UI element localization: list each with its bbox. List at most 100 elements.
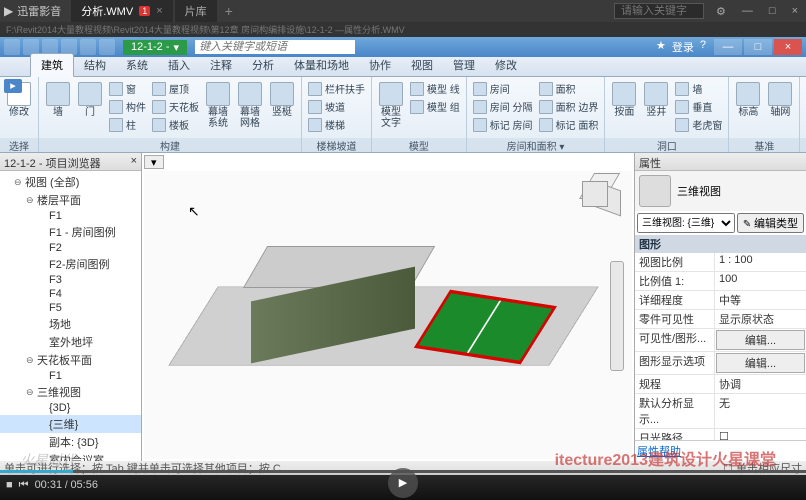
player-tab-active[interactable]: 分析.WMV1× — [71, 0, 172, 22]
tree-item[interactable]: 室外地坪 — [0, 333, 141, 351]
tree-item[interactable]: F2 — [0, 241, 141, 255]
player-search-input[interactable] — [614, 3, 704, 19]
tree-item[interactable]: {3D} — [0, 401, 141, 415]
prev-icon[interactable]: ⏮ — [19, 479, 29, 492]
ribbon-tab-修改[interactable]: 修改 — [485, 54, 527, 76]
prop-row[interactable]: 可见性/图形...编辑... — [635, 329, 806, 352]
browser-tree[interactable]: ⊖视图 (全部)⊖楼层平面F1F1 - 房间图例F2F2-房间图例F3F4F5场… — [0, 171, 141, 461]
ribbon-tab-注释[interactable]: 注释 — [200, 54, 242, 76]
viewport-3d[interactable]: ▾ ↖ — [142, 153, 634, 461]
grid-button[interactable]: 轴网 — [765, 80, 795, 120]
area-bnd-button[interactable]: 面积 边界 — [537, 98, 601, 115]
model-group-button[interactable]: 模型 组 — [408, 98, 462, 115]
app-min-icon[interactable]: — — [714, 39, 742, 55]
stop-icon[interactable]: ■ — [6, 479, 13, 491]
shaft-button[interactable]: 竖井 — [641, 80, 671, 120]
by-face-button[interactable]: 按面 — [609, 80, 639, 120]
mullion-button[interactable]: 竖梃 — [267, 80, 297, 120]
qat-print-icon[interactable] — [99, 39, 115, 55]
minimize-icon[interactable]: — — [738, 5, 757, 17]
close-icon[interactable]: × — [788, 5, 802, 17]
room-sep-button[interactable]: 房间 分隔 — [471, 98, 535, 115]
tree-item[interactable]: F4 — [0, 287, 141, 301]
view-tab-strip[interactable]: ▾ — [144, 155, 164, 169]
help-icon[interactable]: ? — [700, 39, 706, 55]
navigation-bar[interactable] — [610, 261, 624, 371]
prop-row[interactable]: 详细程度中等 — [635, 291, 806, 310]
app-close-icon[interactable]: × — [774, 39, 802, 55]
app-max-icon[interactable]: □ — [744, 39, 772, 55]
canvas-3d[interactable] — [144, 171, 632, 459]
tree-item[interactable]: 场地 — [0, 315, 141, 333]
panel-room[interactable]: 房间和面积 ▾ — [467, 138, 605, 152]
ribbon-tab-插入[interactable]: 插入 — [158, 54, 200, 76]
edit-type-button[interactable]: ✎ 编辑类型 — [737, 213, 804, 233]
props-grid[interactable]: 图形 视图比例1 : 100比例值 1:100详细程度中等零件可见性显示原状态可… — [635, 235, 806, 440]
ribbon-tab-结构[interactable]: 结构 — [74, 54, 116, 76]
room-button[interactable]: 房间 — [471, 80, 535, 97]
tree-item[interactable]: F2-房间图例 — [0, 255, 141, 273]
ceiling-button[interactable]: 天花板 — [150, 98, 201, 115]
ribbon-tab-分析[interactable]: 分析 — [242, 54, 284, 76]
qat-redo-icon[interactable] — [80, 39, 96, 55]
stair-button[interactable]: 楼梯 — [306, 116, 367, 133]
column-button[interactable]: 柱 — [107, 116, 148, 133]
vertical-button[interactable]: 垂直 — [673, 98, 724, 115]
props-type-header[interactable]: 三维视图 — [635, 171, 806, 211]
prop-row[interactable]: 默认分析显示...无 — [635, 394, 806, 429]
ribbon-tab-视图[interactable]: 视图 — [401, 54, 443, 76]
railing-button[interactable]: 栏杆扶手 — [306, 80, 367, 97]
model-text-button[interactable]: 模型 文字 — [376, 80, 406, 131]
level-button[interactable]: 标高 — [733, 80, 763, 120]
ribbon-tab-协作[interactable]: 协作 — [359, 54, 401, 76]
tag-room-button[interactable]: 标记 房间 — [471, 116, 535, 133]
roof-button[interactable]: 屋顶 — [150, 80, 201, 97]
floor-button[interactable]: 楼板 — [150, 116, 201, 133]
qat-home-icon[interactable] — [4, 39, 20, 55]
ramp-button[interactable]: 坡道 — [306, 98, 367, 115]
ribbon-tab-建筑[interactable]: 建筑 — [30, 53, 74, 77]
tree-item[interactable]: F1 — [0, 369, 141, 383]
star-icon[interactable]: ★ — [656, 39, 666, 55]
prop-row[interactable]: 比例值 1:100 — [635, 272, 806, 291]
tree-item[interactable]: ⊖三维视图 — [0, 383, 141, 401]
user-area[interactable]: ★ 登录 ? — [656, 39, 706, 55]
view-cube[interactable] — [582, 181, 622, 221]
tree-item[interactable]: {三维} — [0, 415, 141, 433]
component-button[interactable]: 构件 — [107, 98, 148, 115]
ribbon-tab-管理[interactable]: 管理 — [443, 54, 485, 76]
settings-icon[interactable]: ⚙ — [712, 5, 730, 18]
door-button[interactable]: 门 — [75, 80, 105, 120]
window-button[interactable]: 窗 — [107, 80, 148, 97]
tree-item[interactable]: F1 - 房间图例 — [0, 223, 141, 241]
model-line-button[interactable]: 模型 线 — [408, 80, 462, 97]
view-selector[interactable]: 三维视图: {三维} — [637, 213, 735, 233]
add-tab-button[interactable]: + — [225, 3, 233, 19]
maximize-icon[interactable]: □ — [765, 5, 780, 17]
tag-area-button[interactable]: 标记 面积 — [537, 116, 601, 133]
help-search-input[interactable] — [195, 40, 355, 54]
ribbon-collapse-button[interactable]: ▸ — [4, 79, 22, 93]
tree-item[interactable]: ⊖楼层平面 — [0, 191, 141, 209]
doc-name-chip[interactable]: 12-1-2 -▾ — [123, 40, 187, 55]
tree-item[interactable]: 副本: {3D} — [0, 433, 141, 451]
prop-row[interactable]: 图形显示选项编辑... — [635, 352, 806, 375]
dormer-button[interactable]: 老虎窗 — [673, 116, 724, 133]
player-tab-library[interactable]: 片库 — [175, 0, 217, 22]
ribbon-tab-体量和场地[interactable]: 体量和场地 — [284, 54, 359, 76]
props-section-graphics[interactable]: 图形 — [635, 235, 806, 253]
tree-item[interactable]: ⊖天花板平面 — [0, 351, 141, 369]
tree-item[interactable]: F1 — [0, 209, 141, 223]
curtain-grid-button[interactable]: 幕墙 网格 — [235, 80, 265, 131]
area-button[interactable]: 面积 — [537, 80, 601, 97]
prop-row[interactable]: 零件可见性显示原状态 — [635, 310, 806, 329]
prop-row[interactable]: 日光路径☐ — [635, 429, 806, 440]
login-button[interactable]: 登录 — [672, 39, 694, 55]
curtain-system-button[interactable]: 幕墙 系统 — [203, 80, 233, 131]
wall-open-button[interactable]: 墙 — [673, 80, 724, 97]
browser-close-icon[interactable]: × — [131, 155, 137, 168]
tree-item[interactable]: ⊖视图 (全部) — [0, 173, 141, 191]
wall-button[interactable]: 墙 — [43, 80, 73, 120]
ribbon-tab-系统[interactable]: 系统 — [116, 54, 158, 76]
tree-item[interactable]: F3 — [0, 273, 141, 287]
